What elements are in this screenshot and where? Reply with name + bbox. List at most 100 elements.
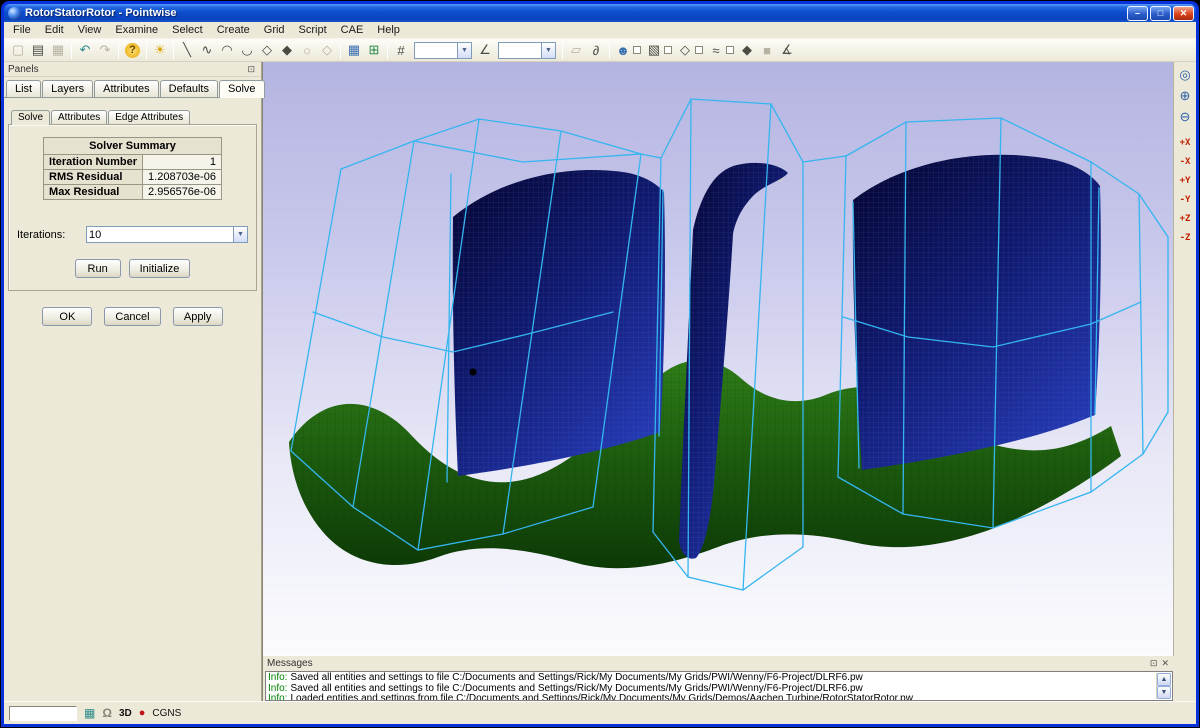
scroll-up-icon[interactable]: ▲	[1157, 673, 1171, 686]
dimension-combo-input[interactable]	[415, 43, 457, 58]
title-bar[interactable]: RotorStatorRotor - Pointwise – □ ✕	[4, 4, 1196, 22]
undo-icon[interactable]: ↶	[75, 41, 95, 60]
arc-tool-icon[interactable]: ◠	[217, 41, 237, 60]
angle-icon[interactable]: ∠	[475, 41, 495, 60]
dialog-buttons-row: OK Cancel Apply	[8, 307, 257, 326]
scroll-down-icon[interactable]: ▼	[1157, 686, 1171, 699]
iterations-combo[interactable]: ▼	[86, 226, 248, 243]
tab-layers[interactable]: Layers	[42, 80, 93, 97]
curve-toggle-icon[interactable]: ≈	[706, 41, 726, 60]
menu-file[interactable]: File	[6, 22, 38, 38]
iterations-input[interactable]	[87, 227, 233, 242]
menu-cae[interactable]: CAE	[334, 22, 371, 38]
grid-status-icon: ▦	[84, 706, 95, 720]
tab-list[interactable]: List	[6, 80, 41, 97]
view-minus-x-button[interactable]: -X	[1176, 153, 1195, 170]
maximize-button[interactable]: □	[1150, 6, 1171, 21]
close-icon[interactable]: ✕	[1159, 658, 1171, 669]
tab-attributes-inner[interactable]: Attributes	[51, 110, 107, 124]
dimension-icon[interactable]: #	[391, 41, 411, 60]
app-window: RotorStatorRotor - Pointwise – □ ✕ File …	[1, 1, 1199, 727]
ok-button[interactable]: OK	[42, 307, 92, 326]
cube-checkbox[interactable]	[664, 46, 672, 54]
messages-scrollbar[interactable]: ▲ ▼	[1156, 673, 1171, 699]
view-plus-x-button[interactable]: +X	[1176, 134, 1195, 151]
view-minus-z-button[interactable]: -Z	[1176, 229, 1195, 246]
run-button[interactable]: Run	[75, 259, 121, 278]
chevron-down-icon[interactable]: ▼	[541, 43, 555, 58]
spreadsheet-view-icon[interactable]: ▦	[344, 41, 364, 60]
filled-diamond-tool-icon[interactable]: ◆	[277, 41, 297, 60]
spline-tool-icon[interactable]: ∿	[197, 41, 217, 60]
rms-residual-label: RMS Residual	[44, 170, 143, 185]
chevron-down-icon[interactable]: ▼	[457, 43, 471, 58]
menu-create[interactable]: Create	[210, 22, 257, 38]
dimension-combo[interactable]: ▼	[414, 42, 472, 59]
circle-tool-icon[interactable]: ○	[297, 41, 317, 60]
apply-button[interactable]: Apply	[173, 307, 223, 326]
save-icon[interactable]: ▦	[48, 41, 68, 60]
viewport-3d[interactable]	[262, 62, 1175, 656]
zoom-out-icon[interactable]: ⊖	[1176, 107, 1195, 126]
tab-edge-attributes[interactable]: Edge Attributes	[108, 110, 190, 124]
panels-pane: Panels ⊡ List Layers Attributes Defaults…	[4, 62, 262, 701]
menu-examine[interactable]: Examine	[108, 22, 165, 38]
filled-diamond-toggle-icon[interactable]: ◆	[737, 41, 757, 60]
toolbar-separator	[609, 42, 610, 59]
initialize-button[interactable]: Initialize	[129, 259, 191, 278]
new-file-icon[interactable]: ▢	[8, 41, 28, 60]
cae-solver-label: CGNS	[152, 708, 181, 719]
grid-view-icon[interactable]: ⊞	[364, 41, 384, 60]
chevron-down-icon[interactable]: ▼	[233, 227, 247, 242]
toolbar-separator	[71, 42, 72, 59]
square-toggle-icon[interactable]: ■	[757, 41, 777, 60]
open-file-icon[interactable]: ▤	[28, 41, 48, 60]
max-residual-value: 2.956576e-06	[143, 185, 222, 200]
mask-checkbox[interactable]	[633, 46, 641, 54]
mask-toggle-icon[interactable]: ☻	[613, 41, 633, 60]
curve-checkbox[interactable]	[726, 46, 734, 54]
light-icon[interactable]: ☀	[150, 41, 170, 60]
angle-combo-input[interactable]	[499, 43, 541, 58]
tab-solve[interactable]: Solve	[219, 80, 265, 98]
menu-view[interactable]: View	[71, 22, 109, 38]
menu-grid[interactable]: Grid	[257, 22, 292, 38]
menu-edit[interactable]: Edit	[38, 22, 71, 38]
view-plus-y-button[interactable]: +Y	[1176, 172, 1195, 189]
minimize-button[interactable]: –	[1127, 6, 1148, 21]
dock-icon[interactable]: ⊡	[1148, 658, 1160, 669]
diamond-checkbox[interactable]	[695, 46, 703, 54]
cube-toggle-icon[interactable]: ▧	[644, 41, 664, 60]
cancel-button[interactable]: Cancel	[104, 307, 160, 326]
line-tool-icon[interactable]: ╲	[177, 41, 197, 60]
panels-header: Panels ⊡	[4, 62, 261, 77]
diamond-tool-icon[interactable]: ◇	[257, 41, 277, 60]
view-plus-z-button[interactable]: +Z	[1176, 210, 1195, 227]
board-icon[interactable]: ▱	[566, 41, 586, 60]
tab-solve-inner[interactable]: Solve	[11, 110, 50, 125]
menu-select[interactable]: Select	[165, 22, 210, 38]
info-prefix: Info:	[268, 693, 287, 701]
conic-tool-icon[interactable]: ◡	[237, 41, 257, 60]
dock-icon[interactable]: ⊡	[245, 64, 257, 75]
protractor-icon[interactable]: ∡	[777, 41, 797, 60]
revolve-tool-icon[interactable]: ◇	[317, 41, 337, 60]
angle-combo[interactable]: ▼	[498, 42, 556, 59]
view-minus-y-button[interactable]: -Y	[1176, 191, 1195, 208]
diamond-toggle-icon[interactable]: ◇	[675, 41, 695, 60]
tab-defaults[interactable]: Defaults	[160, 80, 218, 97]
rotate-view-icon[interactable]: ◎	[1176, 65, 1195, 84]
help-icon[interactable]: ?	[125, 43, 140, 58]
menu-bar: File Edit View Examine Select Create Gri…	[4, 22, 1196, 39]
tab-attributes[interactable]: Attributes	[94, 80, 158, 97]
log-text: Saved all entities and settings to file …	[290, 672, 862, 683]
menu-script[interactable]: Script	[292, 22, 334, 38]
redo-icon[interactable]: ↷	[95, 41, 115, 60]
command-input[interactable]	[9, 706, 77, 721]
iterations-label: Iterations:	[17, 229, 86, 241]
solver-summary-table: Solver Summary Iteration Number 1 RMS Re…	[43, 137, 222, 200]
derivative-icon[interactable]: ∂	[586, 41, 606, 60]
close-button[interactable]: ✕	[1173, 6, 1194, 21]
menu-help[interactable]: Help	[370, 22, 407, 38]
zoom-in-icon[interactable]: ⊕	[1176, 86, 1195, 105]
